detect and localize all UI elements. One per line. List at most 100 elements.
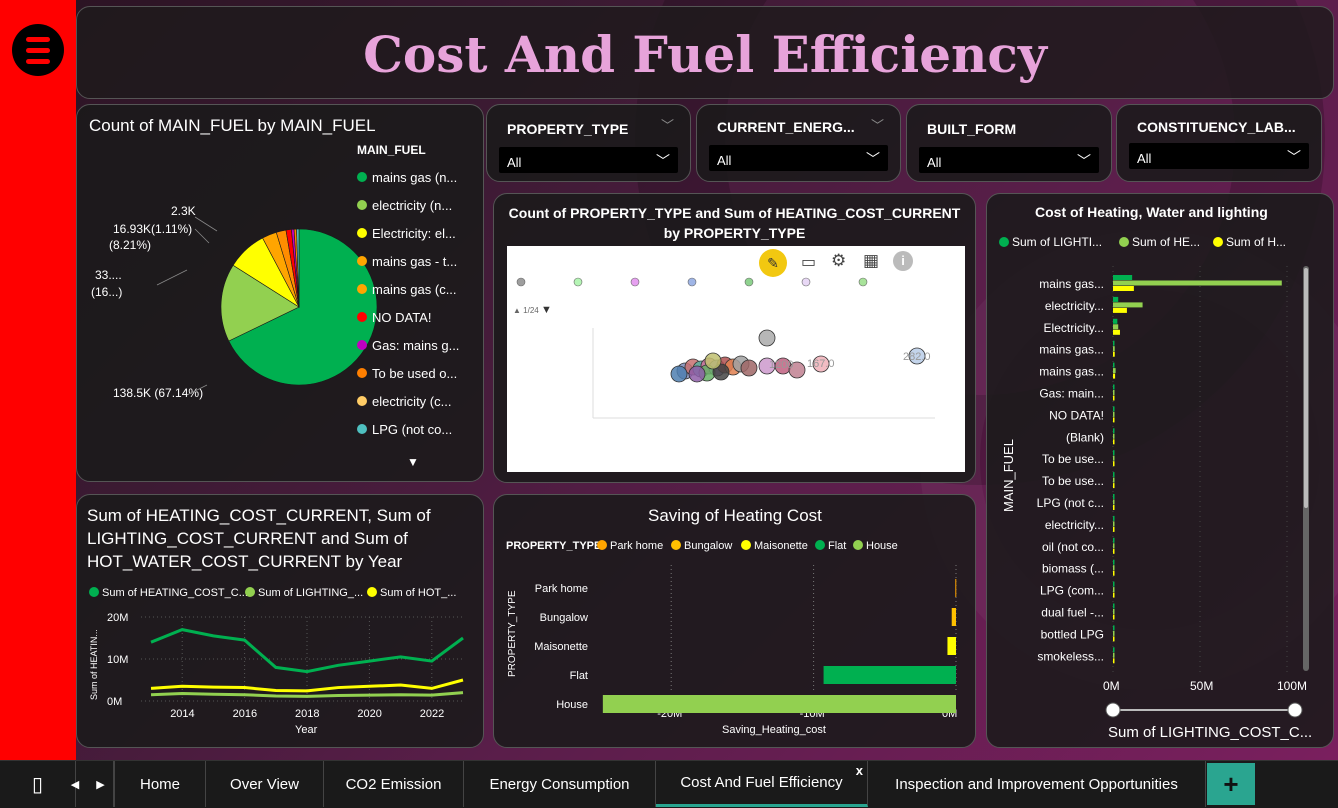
chevron-down-icon[interactable]: ﹀ [871, 115, 884, 134]
close-icon[interactable]: x [856, 763, 863, 778]
saving-bar[interactable] [947, 637, 956, 655]
cost-bar[interactable] [1113, 614, 1115, 620]
cost-bar[interactable] [1113, 587, 1115, 593]
tab-over-view[interactable]: Over View [206, 761, 324, 807]
cost-bar[interactable] [1113, 373, 1116, 379]
chevron-down-icon[interactable]: ﹀ [661, 115, 674, 134]
scatter-plot[interactable]: 1200 167.0 282.0 [507, 246, 965, 472]
scatter-bubble[interactable] [740, 359, 758, 377]
cost-bar[interactable] [1113, 384, 1115, 390]
cost-bar[interactable] [1113, 515, 1115, 521]
cost-bar[interactable] [1113, 439, 1115, 445]
cost-bar[interactable] [1113, 433, 1115, 439]
cost-bar[interactable] [1113, 565, 1115, 571]
cost-bar[interactable] [1113, 461, 1115, 467]
pie-legend-item[interactable]: NO DATA! [357, 303, 459, 331]
cost-bar[interactable] [1113, 450, 1115, 456]
scatter-chart[interactable]: 1200 167.0 282.0 ✎ ▭ ⚙ ▦ i ▲ 1/24 ▼ [507, 246, 965, 472]
cost-bar[interactable] [1113, 625, 1115, 631]
page-indicator[interactable]: ▲ 1/24 ▼ [513, 304, 552, 316]
scatter-legend-dot[interactable] [801, 277, 811, 287]
cost-bar[interactable] [1113, 417, 1115, 423]
cost-bar[interactable] [1113, 362, 1115, 368]
pie-legend-item[interactable]: Electricity: el... [357, 219, 459, 247]
cost-bar[interactable] [1113, 483, 1115, 489]
pie-legend-item[interactable]: electricity (c... [357, 387, 459, 415]
cost-bar[interactable] [1113, 603, 1115, 609]
slicer-dropdown[interactable]: All ﹀ [919, 147, 1099, 173]
slicer-dropdown[interactable]: All ﹀ [499, 147, 678, 173]
page-down-icon[interactable]: ▼ [541, 304, 552, 316]
tab-energy-consumption[interactable]: Energy Consumption [464, 761, 656, 807]
pie-legend-item[interactable]: electricity (n... [357, 191, 459, 219]
scatter-chart-panel[interactable]: Count of PROPERTY_TYPE and Sum of HEATIN… [493, 193, 976, 483]
cost-bar[interactable] [1113, 543, 1115, 549]
pie-legend-item[interactable]: mains gas (c... [357, 275, 459, 303]
range-slider-handle-right[interactable] [1287, 702, 1303, 718]
info-icon[interactable]: i [893, 251, 913, 271]
cost-bar[interactable] [1113, 329, 1120, 335]
scatter-legend-dot[interactable] [630, 277, 640, 287]
cost-bar[interactable] [1113, 324, 1119, 330]
saving-bar-chart-panel[interactable]: Saving of Heating Cost PROPERTY_TYPE Park … [493, 494, 976, 748]
line-chart[interactable]: Sum of HEATING_COST_C... Sum of LIGHTING_… [77, 495, 485, 749]
cost-bar-chart-panel[interactable]: Cost of Heating, Water and lighting Sum o… [986, 193, 1334, 748]
cost-bar[interactable] [1113, 455, 1115, 461]
cost-bar[interactable] [1113, 559, 1115, 565]
cost-bar[interactable] [1113, 494, 1115, 499]
scroll-right-icon[interactable]: ▶ [88, 761, 114, 807]
slicer-constituency[interactable]: CONSTITUENCY_LAB... All ﹀ [1116, 104, 1322, 182]
saving-bar[interactable] [951, 608, 956, 626]
cost-bar[interactable] [1113, 537, 1115, 543]
cost-bar[interactable] [1113, 636, 1115, 642]
cost-bar[interactable] [1113, 307, 1127, 313]
cost-bar[interactable] [1113, 581, 1115, 587]
scatter-legend-dot[interactable] [744, 277, 754, 287]
cost-bar[interactable] [1113, 477, 1115, 483]
cost-bar[interactable] [1113, 521, 1115, 527]
cost-bar[interactable] [1113, 340, 1115, 346]
cost-bar[interactable] [1113, 302, 1143, 308]
tab-inspection-and-improvement-opportunities[interactable]: Inspection and Improvement Opportunities [868, 761, 1206, 807]
cost-bar[interactable] [1113, 428, 1115, 434]
slicer-built-form[interactable]: BUILT_FORM All ﹀ [906, 104, 1112, 182]
scatter-bubble[interactable] [670, 365, 688, 383]
pie-legend-item[interactable]: To be used o... [357, 359, 459, 387]
cost-bar[interactable] [1113, 351, 1115, 357]
saving-bar-chart[interactable]: Saving of Heating Cost PROPERTY_TYPE Park … [494, 495, 977, 749]
pie-legend-item[interactable]: LPG (not co... [357, 415, 459, 443]
cost-bar-chart[interactable]: Cost of Heating, Water and lighting Sum o… [987, 194, 1335, 749]
line-chart-panel[interactable]: Sum of HEATING_COST_CURRENT, Sum of LIGH… [76, 494, 484, 748]
slicer-dropdown[interactable]: All ﹀ [1129, 143, 1309, 169]
scrollbar-thumb[interactable] [1304, 268, 1308, 508]
comment-icon[interactable]: ▭ [801, 252, 816, 272]
scatter-bubble[interactable] [688, 365, 706, 383]
cost-bar[interactable] [1113, 275, 1133, 280]
cost-bar[interactable] [1113, 505, 1115, 510]
saving-bar[interactable] [823, 666, 956, 684]
cost-bar[interactable] [1113, 499, 1115, 505]
grid-icon[interactable]: ▦ [863, 251, 879, 271]
scatter-legend-dot[interactable] [573, 277, 583, 287]
cost-bar[interactable] [1113, 286, 1134, 291]
edit-pencil-icon[interactable]: ✎ [759, 249, 787, 277]
pie-legend-item[interactable]: mains gas (n... [357, 163, 459, 191]
cost-bar[interactable] [1113, 609, 1115, 614]
gear-icon[interactable]: ⚙ [831, 251, 846, 271]
cost-bar[interactable] [1113, 647, 1115, 653]
tab-co2-emission[interactable]: CO2 Emission [324, 761, 464, 807]
pie-legend-item[interactable]: Gas: mains g... [357, 331, 459, 359]
cost-bar[interactable] [1113, 296, 1119, 302]
page-up-icon[interactable]: ▲ [513, 306, 521, 315]
cost-bar[interactable] [1113, 346, 1115, 352]
cost-bar[interactable] [1113, 318, 1118, 324]
scatter-legend-dot[interactable] [858, 277, 868, 287]
saving-bar[interactable] [955, 579, 957, 597]
saving-bar[interactable] [602, 695, 956, 713]
cost-bar[interactable] [1113, 368, 1116, 374]
cost-bar[interactable] [1113, 548, 1115, 554]
range-slider-handle-left[interactable] [1105, 702, 1121, 718]
slicer-property-type[interactable]: PROPERTY_TYPE ﹀ All ﹀ [486, 104, 691, 182]
cost-bar[interactable] [1113, 280, 1282, 286]
scroll-left-icon[interactable]: ◀ [62, 761, 88, 807]
